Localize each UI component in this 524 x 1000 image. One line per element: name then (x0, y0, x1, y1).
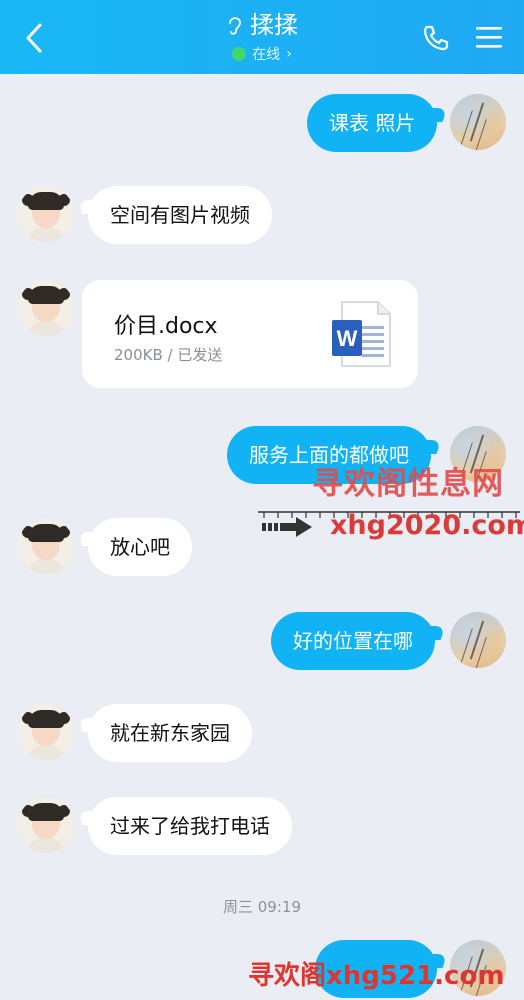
word-icon-letter: W (337, 326, 358, 351)
watermark-arrow-icon (262, 517, 312, 537)
watermark-url: xhg2020.com (330, 510, 524, 541)
file-message-card[interactable]: 价目.docx 200KB / 已发送 W (82, 280, 418, 388)
file-meta: 200KB / 已发送 (114, 346, 223, 364)
message-bubble-received[interactable]: 就在新东家园 (88, 704, 252, 762)
watermark-bottom: 寻欢阁xhg521.com (248, 961, 505, 991)
contact-name: 揉揉 (250, 11, 298, 39)
my-avatar[interactable] (450, 612, 506, 668)
menu-icon[interactable] (474, 24, 504, 50)
message-bubble-sent[interactable]: 课表 照片 (307, 94, 438, 152)
word-document-icon: W (332, 301, 391, 367)
contact-avatar[interactable] (18, 518, 74, 574)
message-bubble-sent[interactable]: 好的位置在哪 (271, 612, 435, 670)
status-text: 在线 (252, 47, 281, 63)
contact-avatar[interactable] (18, 704, 74, 760)
message-bubble-received[interactable]: 放心吧 (88, 518, 192, 576)
phone-call-icon[interactable] (422, 24, 450, 52)
message-timestamp: 周三 09:19 (223, 898, 301, 916)
online-indicator-icon (232, 47, 247, 61)
my-avatar[interactable] (450, 94, 506, 150)
chat-header: 揉揉 在线 › (0, 0, 524, 74)
contact-avatar[interactable] (18, 186, 74, 242)
online-status[interactable]: 在线 › (232, 44, 292, 64)
ear-icon (229, 17, 241, 35)
watermark-text: 寻欢阁性息网 (312, 466, 504, 502)
message-bubble-received[interactable]: 空间有图片视频 (88, 186, 272, 244)
contact-avatar[interactable] (18, 797, 74, 853)
file-name: 价目.docx (114, 314, 218, 339)
contact-avatar[interactable] (18, 280, 74, 336)
message-bubble-received[interactable]: 过来了给我打电话 (88, 797, 292, 855)
chevron-right-icon: › (286, 46, 292, 62)
